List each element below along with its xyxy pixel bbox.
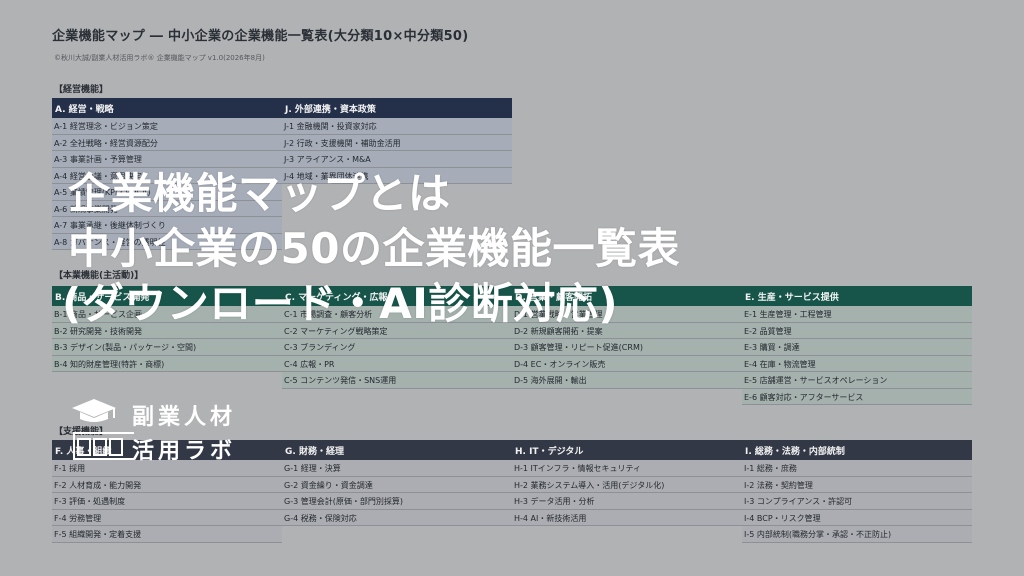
overlay-line-2: 中小企業の50の企業機能一覧表: [68, 224, 680, 273]
overlay-line-3: (ダウンロード・AI診断対応): [62, 279, 619, 328]
logo-line-1: 副業人材: [132, 405, 237, 430]
overlay-line-1: 企業機能マップとは: [68, 169, 451, 218]
logo-line-2: 活用ラボ: [132, 439, 237, 464]
brand-logo: 副業人材 活用ラボ: [64, 397, 264, 467]
graduation-cap-icon: [72, 399, 134, 460]
title-overlay: 企業機能マップとは 中小企業の50の企業機能一覧表 (ダウンロード・AI診断対応…: [0, 0, 1024, 576]
